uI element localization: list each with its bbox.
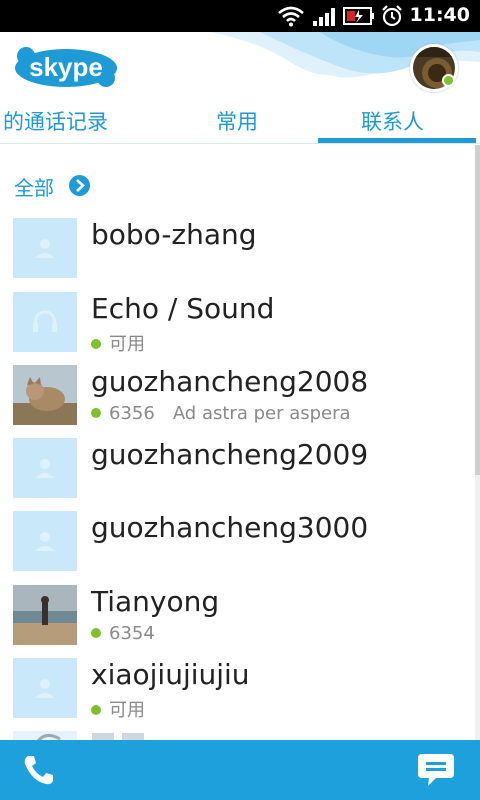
bottom-action-bar <box>0 740 480 800</box>
default-avatar-icon <box>13 511 77 571</box>
active-tab-indicator <box>318 138 476 143</box>
wifi-icon <box>278 6 304 27</box>
headset-avatar-icon <box>13 292 77 352</box>
clock-time: 11:40 <box>409 4 470 26</box>
filter-chevron-icon[interactable] <box>69 175 90 196</box>
default-avatar-icon <box>13 658 77 718</box>
chat-icon[interactable] <box>416 752 456 788</box>
status-bar: 11:40 <box>0 0 480 32</box>
phone-icon[interactable] <box>22 754 56 786</box>
contact-status: 6356 Ad astra per aspera <box>91 403 351 424</box>
tab-favorites[interactable]: 常用 <box>216 106 258 136</box>
contact-item[interactable]: Echo / Sound 可用 <box>0 292 476 365</box>
default-avatar-icon <box>13 438 77 498</box>
online-status-icon <box>91 339 101 349</box>
contact-name: Echo / Sound <box>91 292 275 325</box>
contact-name: xiaojiujiujiu <box>91 658 250 691</box>
battery-icon <box>343 7 374 25</box>
contact-status: 可用 <box>91 696 145 722</box>
app-header: skype <box>0 32 480 98</box>
contact-item[interactable]: Tianyong 6354 <box>0 585 476 658</box>
online-status-icon <box>91 628 101 638</box>
tab-contacts[interactable]: 联系人 <box>361 106 424 136</box>
cat-photo-avatar <box>13 365 77 425</box>
skype-logo: skype <box>15 47 117 87</box>
contact-item[interactable]: guozhancheng3000 <box>0 511 476 584</box>
contact-list-scrollbar[interactable] <box>475 145 480 740</box>
alarm-icon <box>382 5 402 27</box>
contact-name: Tianyong <box>91 585 220 618</box>
next-contact-peek <box>0 728 476 740</box>
online-status-icon <box>91 705 101 715</box>
contact-name: bobo-zhang <box>91 218 257 251</box>
signal-icon <box>313 8 335 26</box>
default-avatar-icon <box>13 218 77 278</box>
contact-filter[interactable]: 全部 <box>14 172 54 201</box>
svg-text:skype: skype <box>29 52 103 82</box>
contact-name: guozhancheng3000 <box>91 511 369 544</box>
contact-status: 6354 <box>91 623 155 644</box>
mood-message: Ad astra per aspera <box>172 403 351 424</box>
contact-item[interactable]: xiaojiujiujiu 可用 <box>0 658 476 731</box>
scrollbar-thumb[interactable] <box>475 145 480 475</box>
my-presence-dot <box>442 74 455 87</box>
contact-status: 可用 <box>91 330 145 356</box>
beach-photo-avatar <box>13 585 77 645</box>
tab-recent[interactable]: 的通话记录 <box>3 106 108 136</box>
online-status-icon <box>91 408 101 418</box>
contact-item[interactable]: bobo-zhang <box>0 218 476 291</box>
contact-item[interactable]: guozhancheng2008 6356 Ad astra per aspera <box>0 365 476 438</box>
contact-item[interactable]: guozhancheng2009 <box>0 438 476 511</box>
contact-name: guozhancheng2008 <box>91 365 369 398</box>
contact-name: guozhancheng2009 <box>91 438 369 471</box>
